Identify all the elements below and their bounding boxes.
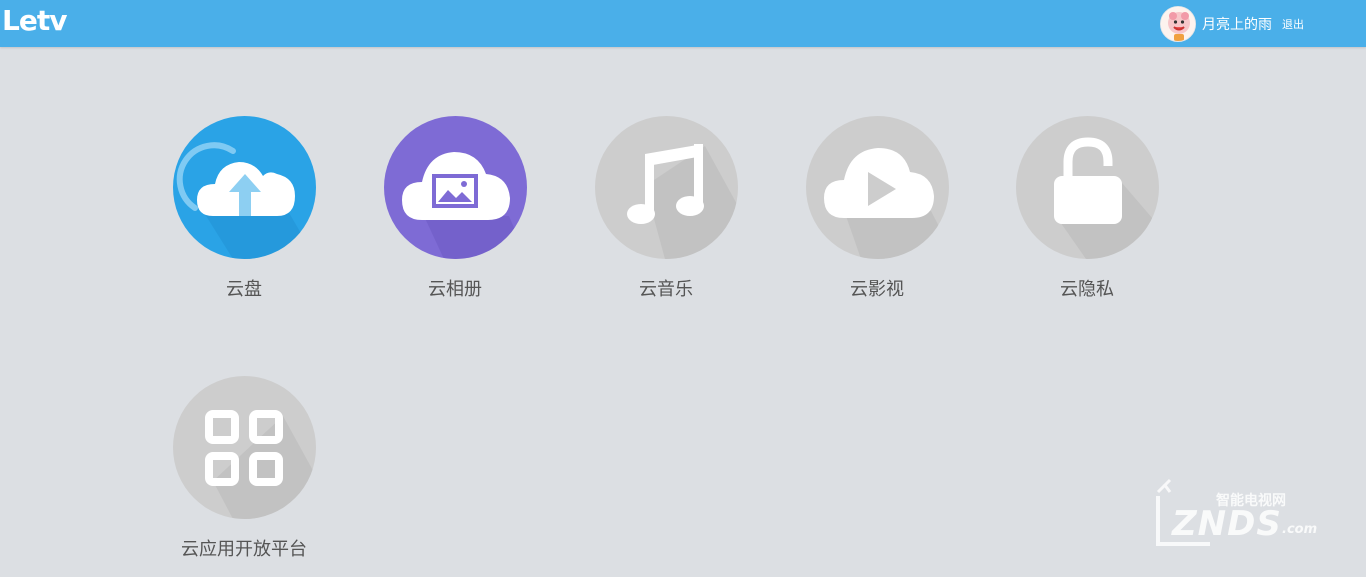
app-cloud-privacy[interactable]: 云隐私 xyxy=(987,116,1187,301)
app-label: 云影视 xyxy=(850,279,904,300)
user-area: 月亮上的雨 退出 xyxy=(1160,4,1304,44)
logout-link[interactable]: 退出 xyxy=(1282,16,1304,32)
padlock-icon xyxy=(1015,116,1159,259)
app-cloud-open-platform[interactable]: 云应用开放平台 xyxy=(144,376,344,561)
app-label: 云相册 xyxy=(428,279,482,300)
watermark-en: ZNDS xyxy=(1172,504,1282,544)
app-cloud-album[interactable]: 云相册 xyxy=(355,116,555,301)
app-label: 云盘 xyxy=(226,279,262,300)
cloud-photo-icon xyxy=(383,116,527,259)
app-cloud-music[interactable]: 云音乐 xyxy=(566,116,766,301)
avatar[interactable] xyxy=(1160,6,1196,42)
app-label: 云音乐 xyxy=(639,279,693,300)
app-cloud-disk[interactable]: 云盘 xyxy=(144,116,344,301)
znds-watermark: 智能电视网 ZNDS .com xyxy=(1150,474,1330,554)
music-note-icon xyxy=(594,116,738,259)
avatar-cartoon-icon xyxy=(1161,7,1195,41)
app-cloud-video[interactable]: 云影视 xyxy=(777,116,977,301)
app-label: 云隐私 xyxy=(1060,279,1114,300)
app-label: 云应用开放平台 xyxy=(181,539,307,560)
cloud-play-icon xyxy=(805,116,949,259)
username[interactable]: 月亮上的雨 xyxy=(1202,14,1272,34)
letv-logo[interactable]: Letv xyxy=(2,3,67,39)
top-bar: Letv 月亮上的雨 退出 xyxy=(0,0,1366,47)
watermark-suffix: .com xyxy=(1282,522,1318,537)
cloud-upload-icon xyxy=(172,116,316,259)
grid-apps-icon xyxy=(172,376,316,519)
